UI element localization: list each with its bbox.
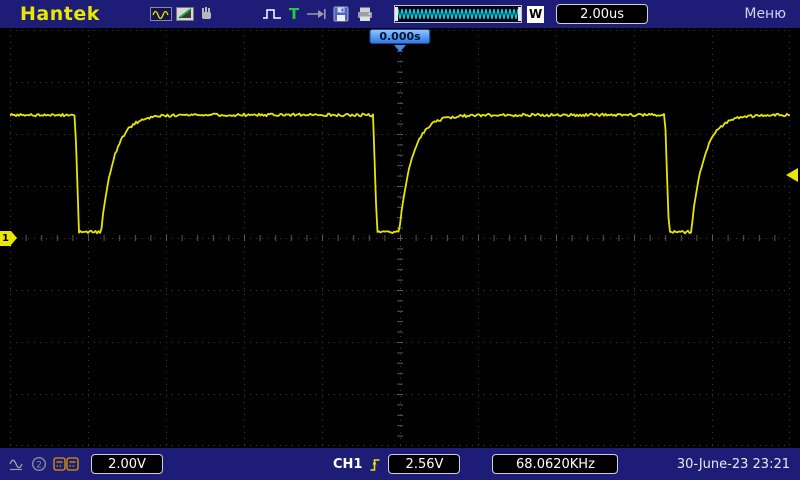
trigger-position-marker[interactable] [394,45,406,52]
timebase-readout: 2.00us [556,4,649,24]
brand-logo: Hantek [20,3,100,25]
ch1-waveform [10,112,790,235]
step-arrow-icon [306,5,326,23]
print-icon[interactable] [356,5,374,23]
dc-coupling-icon [53,455,79,473]
trigger-level-marker[interactable] [786,168,798,182]
ch2-number: 2 [36,460,42,470]
sine-icon [149,5,172,23]
top-status-bar: Hantek T W 2.00us Меню [0,0,800,28]
scope-screen: 0.000s 1 [0,28,800,448]
frequency-counter-readout: 68.0620KHz [492,454,619,474]
trigger-source-label: CH1 [333,456,363,472]
menu-button[interactable]: Меню [744,6,786,22]
rising-edge-icon [369,455,381,473]
trigger-time-badge: 0.000s [369,29,431,44]
memory-window-icon [394,5,523,23]
trigger-t-icon: T [288,5,300,23]
filter-icon [8,455,25,473]
ch2-off-icon: 2 [31,455,47,473]
save-icon[interactable] [333,5,349,23]
slope-icon [175,5,194,23]
display-mode-icons [149,5,214,23]
ch1-zero-marker[interactable]: 1 [0,230,17,246]
ch1-scale-readout: 2.00V [91,454,163,474]
trigger-tool-icons: T [262,5,374,23]
trigger-readout-group: CH1 2.56V [333,454,461,474]
trigger-level-readout: 2.56V [388,454,461,474]
channel-status-icons: 2 [8,455,79,473]
datetime-readout: 30-June-23 23:21 [676,456,790,472]
memory-window-waveform [395,7,522,21]
pulse-icon [262,5,282,23]
hand-icon[interactable] [198,5,214,23]
bottom-status-bar: 2 2.00V CH1 2.56V 68.0620KHz 30-June-23 … [0,448,800,480]
w-icon[interactable]: W [527,5,545,23]
